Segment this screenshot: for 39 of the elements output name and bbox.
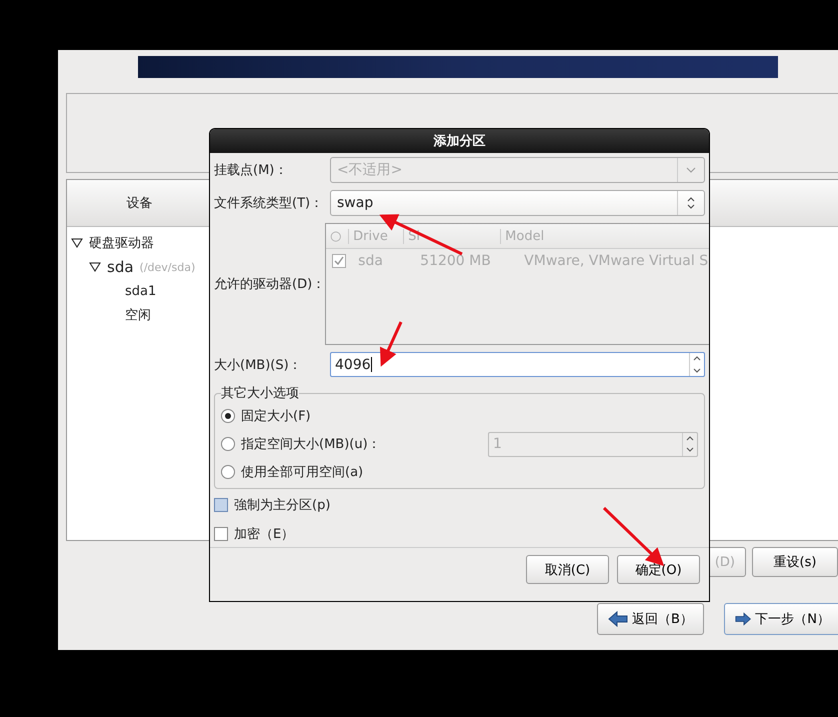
expander-icon[interactable] [89, 262, 101, 272]
radio-button[interactable] [221, 409, 235, 423]
tree-item[interactable]: 空闲 [125, 306, 151, 324]
back-button[interactable]: 返回（B） [597, 603, 704, 635]
device-path: (/dev/sda) [140, 260, 196, 274]
dialog-button[interactable]: 取消(C) [526, 555, 609, 584]
checkbox-label[interactable]: 強制为主分区(p) [234, 496, 330, 514]
checkbox[interactable] [214, 498, 228, 512]
arrow-left-icon [608, 611, 628, 627]
checkbox[interactable] [214, 526, 228, 540]
annotation-arrow [380, 321, 402, 367]
size-spinbox[interactable]: 4096 [330, 352, 705, 377]
dialog-button[interactable]: 确定(O) [617, 555, 700, 584]
tree-item[interactable]: sda [107, 258, 134, 276]
checkbox-label[interactable]: 加密（E） [234, 524, 294, 542]
panel-button[interactable]: 重设(s) [752, 547, 838, 577]
field-label: 大小(MB)(S)： [214, 356, 303, 374]
option-label[interactable]: 固定大小(F) [241, 407, 311, 425]
dialog-title: 添加分区 [210, 129, 709, 153]
arrow-right-icon [734, 611, 752, 627]
next-button[interactable]: 下一步（N） [724, 603, 838, 635]
expander-icon[interactable] [71, 238, 83, 248]
radio-button[interactable] [221, 465, 235, 479]
group-title: 其它大小选项 [221, 385, 299, 402]
chevron-down-icon [686, 167, 696, 173]
option-label[interactable]: 使用全部可用空间(a) [241, 463, 364, 481]
option-label[interactable]: 指定空间大小(MB)(u)： [241, 435, 381, 453]
table-cell-text: 51200 MB [419, 253, 492, 269]
radio-button[interactable] [221, 437, 235, 451]
updown-icon [687, 196, 695, 210]
tree-item[interactable]: 硬盘驱动器 [89, 234, 154, 252]
table-cell-text: sda [357, 253, 384, 269]
field-label: 挂载点(M)： [214, 162, 288, 179]
filesystem-combo[interactable]: swap [330, 190, 705, 216]
field-label: 文件系统类型(T)： [214, 195, 324, 212]
tree-item[interactable]: sda1 [125, 284, 156, 298]
field-label: 允许的驱动器(D)： [214, 276, 326, 293]
checkbox[interactable] [332, 254, 346, 268]
table-cell: VMware, VMware Virtual S [524, 253, 708, 269]
